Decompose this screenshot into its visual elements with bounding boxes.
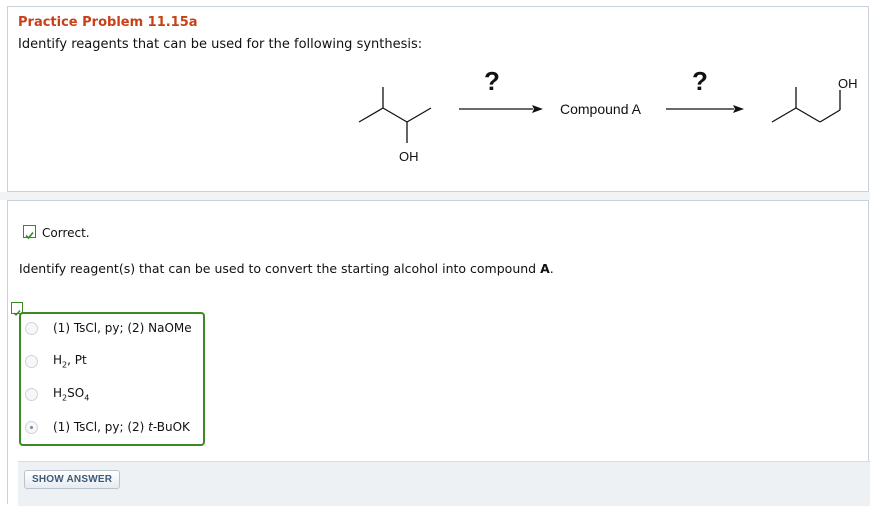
reaction-arrow-2: [666, 105, 744, 113]
radio-selected-icon[interactable]: [25, 420, 38, 434]
starting-alcohol-structure: [358, 87, 432, 143]
answer-options: (1) TsCl, py; (2) NaOMe H2, Pt H2SO4 (1)…: [19, 312, 205, 446]
arrow1-question-mark: ?: [484, 66, 500, 96]
option-tscl-naome[interactable]: (1) TsCl, py; (2) NaOMe: [25, 317, 192, 339]
question-prefix: Identify reagent(s) that can be used to …: [19, 261, 541, 276]
radio-icon[interactable]: [25, 387, 38, 401]
compound-a-label: Compound A: [560, 101, 642, 117]
product-oh-label: OH: [838, 76, 858, 91]
option-label: (1) TsCl, py; (2) NaOMe: [53, 321, 192, 335]
radio-icon[interactable]: [25, 354, 38, 368]
option-label: H2SO4: [53, 385, 90, 403]
show-answer-button[interactable]: SHOW ANSWER: [24, 470, 121, 489]
panel-divider: [0, 192, 870, 200]
product-alcohol-structure: [771, 87, 841, 123]
answer-footer: SHOW ANSWER: [18, 461, 870, 506]
radio-icon[interactable]: [25, 321, 38, 335]
feedback-status: Correct.: [42, 226, 90, 240]
option-label: (1) TsCl, py; (2) t-BuOK: [53, 420, 190, 434]
reaction-scheme: OH ? Compound A ? OH: [358, 66, 858, 164]
question-suffix: .: [549, 261, 554, 276]
option-h2so4[interactable]: H2SO4: [25, 383, 89, 405]
reaction-arrow-1: [459, 105, 543, 113]
arrow2-question-mark: ?: [692, 66, 708, 96]
question-bold: A: [540, 261, 550, 276]
option-tscl-tbuok[interactable]: (1) TsCl, py; (2) t-BuOK: [25, 416, 190, 438]
option-h2-pt[interactable]: H2, Pt: [25, 350, 87, 372]
option-label: H2, Pt: [53, 352, 87, 370]
answer-panel: Correct. Identify reagent(s) that can be…: [7, 200, 870, 506]
question-text: Identify reagent(s) that can be used to …: [19, 261, 554, 276]
correct-check-icon: [23, 225, 36, 240]
starting-oh-label: OH: [399, 149, 419, 164]
